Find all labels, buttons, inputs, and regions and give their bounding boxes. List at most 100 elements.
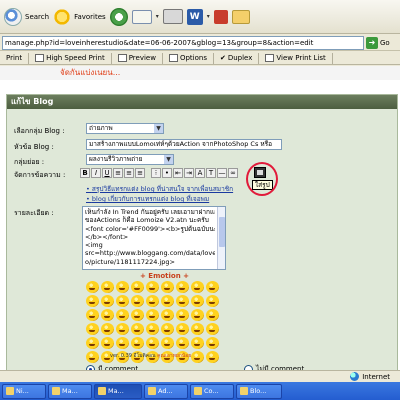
emoticon-icon[interactable]: [191, 281, 204, 293]
emoticon-icon[interactable]: [116, 309, 129, 321]
emoticon-icon[interactable]: [86, 309, 99, 321]
folder-button[interactable]: [231, 9, 250, 24]
chevron-down-icon: ▼: [154, 124, 163, 133]
emoticon-icon[interactable]: [116, 323, 129, 335]
print-item-print[interactable]: Print: [0, 52, 30, 64]
emoticon-icon[interactable]: [131, 337, 144, 349]
emoticon-icon[interactable]: [176, 323, 189, 335]
help-link[interactable]: สรุปวิธีแทรกแต่ง blog ที่น่าสนใจ จากเพื่…: [86, 184, 233, 194]
emoticon-icon[interactable]: [86, 351, 99, 363]
emoticon-icon[interactable]: [101, 323, 114, 335]
bold-button[interactable]: B: [80, 168, 90, 178]
editor-line: เห็นกำลัง In Trend กันอยู่ครับ เลยเอามาฝ…: [85, 208, 215, 216]
taskbar-item[interactable]: Ad...: [144, 383, 188, 399]
emoticon-icon[interactable]: [131, 281, 144, 293]
emoticon-icon[interactable]: [206, 351, 219, 363]
help-link[interactable]: blog เกี่ยวกับการแทรกแต่ง blog ที่เจอพม: [86, 194, 233, 204]
emoticon-icon[interactable]: [161, 323, 174, 335]
emoticon-icon[interactable]: [101, 337, 114, 349]
status-bar: Internet: [0, 370, 400, 382]
emoticon-icon[interactable]: [86, 337, 99, 349]
emoticon-icon[interactable]: [206, 323, 219, 335]
indent-icon[interactable]: ⇥: [184, 168, 194, 178]
emoticon-icon[interactable]: [161, 309, 174, 321]
go-button[interactable]: ➜ Go: [366, 36, 390, 49]
emoticon-icon[interactable]: [131, 309, 144, 321]
emoticon-icon[interactable]: [176, 295, 189, 307]
emoticon-icon[interactable]: [206, 295, 219, 307]
print-item-options[interactable]: Options: [163, 52, 214, 64]
preview-icon: [117, 54, 127, 62]
emoticon-icon[interactable]: [101, 281, 114, 293]
emoticon-icon[interactable]: [161, 337, 174, 349]
taskbar-item[interactable]: Co...: [190, 383, 234, 399]
emoticon-icon[interactable]: [146, 309, 159, 321]
taskbar-item-active[interactable]: Ma...: [94, 383, 142, 399]
emoticon-icon[interactable]: [146, 295, 159, 307]
font-color-icon[interactable]: A: [195, 168, 205, 178]
favorites-button[interactable]: Favorites: [53, 7, 106, 26]
emoticon-icon[interactable]: [191, 337, 204, 349]
emoticon-icon[interactable]: [161, 295, 174, 307]
emotion-author-link[interactable]: คุณเอาหยกน้อย: [157, 353, 191, 359]
emoticon-icon[interactable]: [131, 323, 144, 335]
emoticon-icon[interactable]: [86, 281, 99, 293]
emoticon-icon[interactable]: [176, 281, 189, 293]
emoticon-icon[interactable]: [116, 281, 129, 293]
bullet-list-icon[interactable]: •: [162, 168, 172, 178]
emoticon-icon[interactable]: [131, 295, 144, 307]
horizontal-rule-icon[interactable]: —: [217, 168, 227, 178]
taskbar-item[interactable]: Blo...: [236, 383, 282, 399]
link-icon[interactable]: ∞: [228, 168, 238, 178]
print-item-high-speed[interactable]: High Speed Print: [29, 52, 112, 64]
detail-textarea[interactable]: เห็นกำลัง In Trend กันอยู่ครับ เลยเอามาฝ…: [82, 206, 226, 270]
emoticon-icon[interactable]: [86, 295, 99, 307]
emoticon-icon[interactable]: [191, 323, 204, 335]
emoticon-icon[interactable]: [161, 281, 174, 293]
emoticon-icon[interactable]: [191, 295, 204, 307]
taskbar-item[interactable]: Ni...: [2, 383, 46, 399]
emoticon-icon[interactable]: [116, 337, 129, 349]
emoticon-icon[interactable]: [146, 337, 159, 349]
blog-group-select[interactable]: ถ่ายภาพ ▼: [86, 123, 164, 134]
print-button[interactable]: [162, 9, 183, 24]
editor-scrollbar[interactable]: [217, 207, 225, 269]
url-input[interactable]: manage.php?id=loveinherestudio&date=06-0…: [2, 35, 364, 50]
history-button[interactable]: [109, 7, 128, 26]
emoticon-icon[interactable]: [101, 295, 114, 307]
help-links: สรุปวิธีแทรกแต่ง blog ที่น่าสนใจ จากเพื่…: [86, 184, 233, 204]
outdent-icon[interactable]: ⇤: [173, 168, 183, 178]
emoticon-icon[interactable]: [146, 323, 159, 335]
emotion-title: + Emotion +: [140, 272, 190, 280]
print-item-view-list[interactable]: View Print List: [259, 52, 333, 64]
search-button[interactable]: Search: [4, 7, 49, 26]
emoticon-icon[interactable]: [191, 351, 204, 363]
emoticon-icon[interactable]: [176, 309, 189, 321]
align-right-icon[interactable]: ≡: [135, 168, 145, 178]
emoticon-icon[interactable]: [101, 309, 114, 321]
mail-button[interactable]: ▾: [131, 9, 159, 24]
emoticon-icon[interactable]: [206, 337, 219, 349]
print-item-preview[interactable]: Preview: [112, 52, 163, 64]
emoticon-icon[interactable]: [191, 309, 204, 321]
print-item-duplex[interactable]: ✔ Duplex: [214, 52, 260, 64]
emoticon-icon[interactable]: [86, 323, 99, 335]
align-center-icon[interactable]: ≡: [124, 168, 134, 178]
ordered-list-icon[interactable]: ⁝: [151, 168, 161, 178]
emoticon-icon[interactable]: [206, 281, 219, 293]
emoticon-icon[interactable]: [176, 337, 189, 349]
align-left-icon[interactable]: ≡: [113, 168, 123, 178]
word-button[interactable]: W ▾: [186, 8, 210, 25]
emoticon-icon[interactable]: [206, 309, 219, 321]
taskbar-item-label: Ma...: [108, 387, 124, 395]
taskbar-item[interactable]: Ma...: [48, 383, 92, 399]
underline-button[interactable]: U: [102, 168, 112, 178]
font-size-icon[interactable]: T: [206, 168, 216, 178]
emoticon-icon[interactable]: [146, 281, 159, 293]
discuss-button[interactable]: [213, 9, 228, 24]
title-input[interactable]: มาสร้างภาพแบบLomoเท่ห์ๆด้วยAction จากPho…: [86, 139, 282, 150]
scroll-thumb[interactable]: [219, 217, 225, 247]
emoticon-icon[interactable]: [116, 295, 129, 307]
subgroup-select[interactable]: ผลงานรีวิวภาพถ่าย ▼: [86, 154, 174, 165]
italic-button[interactable]: I: [91, 168, 101, 178]
